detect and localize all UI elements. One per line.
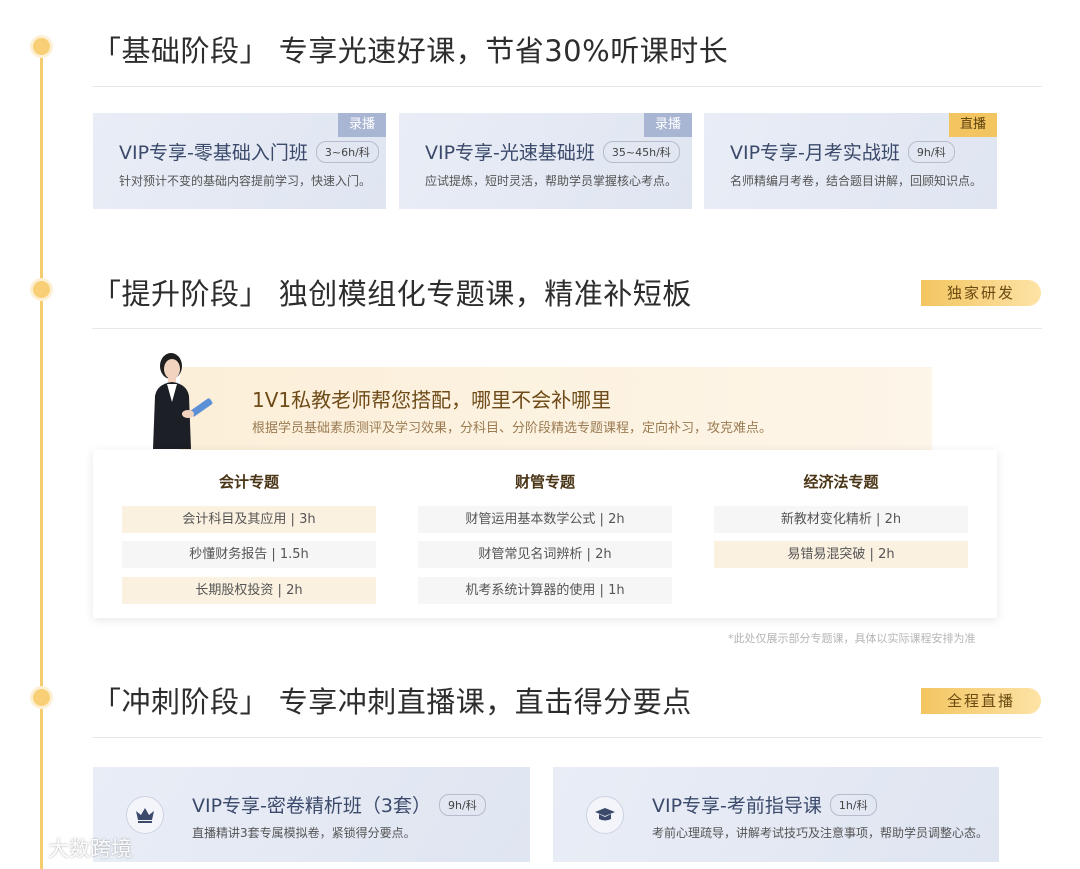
- topic-column-title: 会计专题: [218, 473, 279, 491]
- tutor-banner: 1V1私教老师帮您搭配，哪里不会补哪里 根据学员基础素质测评及学习效果，分科目、…: [180, 367, 932, 451]
- course-title: VIP专享-光速基础班 35~45h/科: [425, 138, 680, 165]
- course-desc: 应试提炼，短时灵活，帮助学员掌握核心考点。: [425, 174, 678, 188]
- hours-badge: 9h/科: [439, 794, 486, 816]
- topic-item[interactable]: 易错易混突破 | 2h: [714, 541, 968, 568]
- graduation-cap-icon: [586, 796, 624, 834]
- section-title-highlight: 节省30%听课时长: [485, 28, 729, 70]
- course-desc: 考前心理疏导，讲解考试技巧及注意事项，帮助学员调整心态。: [652, 826, 989, 840]
- section-title-text: 课，直击得分要点: [455, 685, 692, 719]
- watermark: 大数跨境: [10, 833, 132, 863]
- divider: [92, 737, 1042, 738]
- course-card-fast-basic[interactable]: 录播 VIP专享-光速基础班 35~45h/科 应试提炼，短时灵活，帮助学员掌握核…: [399, 113, 692, 209]
- topic-panel: 会计专题 会计科目及其应用 | 3h 秒懂财务报告 | 1.5h 长期股权投资 …: [93, 450, 997, 618]
- section-title-highlight: 补短板: [603, 271, 692, 313]
- timeline-dot-improve: [33, 281, 50, 298]
- live-tag: 直播: [949, 113, 997, 137]
- section-title-improve: 「提升阶段」 独创模组化专题课，精准补短板: [92, 271, 692, 313]
- hours-badge: 3~6h/科: [315, 141, 379, 163]
- exclusive-badge: 独家研发: [921, 280, 1041, 306]
- timeline-line: [40, 38, 43, 869]
- course-desc: 针对预计不变的基础内容提前学习，快速入门。: [119, 174, 372, 188]
- divider: [92, 86, 1042, 87]
- topic-column-title: 经济法专题: [803, 473, 879, 491]
- section-title-sprint: 「冲刺阶段」 专享冲刺直播课，直击得分要点: [92, 679, 692, 721]
- topic-item[interactable]: 新教材变化精析 | 2h: [714, 506, 968, 533]
- topic-item[interactable]: 财管常见名词辨析 | 2h: [418, 541, 672, 568]
- course-card-zero-basic[interactable]: 录播 VIP专享-零基础入门班 3~6h/科 针对预计不变的基础内容提前学习，快速…: [93, 113, 386, 209]
- recorded-tag: 录播: [644, 113, 692, 137]
- recorded-tag: 录播: [338, 113, 386, 137]
- course-card-pre-exam[interactable]: VIP专享-考前指导课 1h/科 考前心理疏导，讲解考试技巧及注意事项，帮助学员调…: [553, 767, 999, 862]
- section-title-text: 「冲刺阶段」 专享: [92, 685, 338, 719]
- topic-item[interactable]: 财管运用基本数学公式 | 2h: [418, 506, 672, 533]
- course-title: VIP专享-月考实战班 9h/科: [730, 138, 955, 165]
- section-title-text: 「基础阶段」 专享光速好课，: [92, 34, 486, 68]
- teacher-illustration: [153, 353, 213, 449]
- banner-headline: 1V1私教老师帮您搭配，哪里不会补哪里: [252, 388, 612, 412]
- live-badge: 全程直播: [921, 688, 1041, 714]
- course-title: VIP专享-零基础入门班 3~6h/科: [119, 138, 379, 165]
- section-title-basic: 「基础阶段」 专享光速好课，节省30%听课时长: [92, 28, 729, 70]
- watermark-text: 大数跨境: [48, 837, 132, 861]
- topic-item[interactable]: 机考系统计算器的使用 | 1h: [418, 577, 672, 604]
- course-title: VIP专享-考前指导课 1h/科: [652, 791, 877, 818]
- section-title-highlight: 冲刺直播: [337, 679, 456, 721]
- topic-column-title: 财管专题: [514, 473, 575, 491]
- course-card-secret-paper[interactable]: VIP专享-密卷精析班（3套） 9h/科 直播精讲3套专属模拟卷，紧锁得分要点。: [93, 767, 530, 862]
- topic-item[interactable]: 长期股权投资 | 2h: [122, 577, 376, 604]
- hours-badge: 9h/科: [907, 141, 955, 163]
- course-desc: 名师精编月考卷，结合题目讲解，回顾知识点。: [730, 174, 983, 188]
- timeline-dot-sprint: [33, 689, 50, 706]
- disclaimer-note: *此处仅展示部分专题课，具体以实际课程安排为准: [728, 632, 976, 645]
- crown-icon: [126, 796, 164, 834]
- topic-item[interactable]: 会计科目及其应用 | 3h: [122, 506, 376, 533]
- hours-badge: 1h/科: [829, 794, 877, 816]
- timeline-dot-basic: [33, 38, 50, 55]
- banner-subtext: 根据学员基础素质测评及学习效果，分科目、分阶段精选专题课程，定向补习，攻克难点。: [252, 421, 773, 436]
- course-desc: 直播精讲3套专属模拟卷，紧锁得分要点。: [192, 826, 416, 840]
- watermark-logo-icon: [10, 837, 40, 857]
- course-card-monthly-exam[interactable]: 直播 VIP专享-月考实战班 9h/科 名师精编月考卷，结合题目讲解，回顾知识点。: [704, 113, 997, 209]
- section-title-text: 「提升阶段」 独创模组化专题课，精准: [92, 277, 604, 311]
- hours-badge: 35~45h/科: [602, 141, 680, 163]
- divider: [92, 328, 1042, 329]
- topic-item[interactable]: 秒懂财务报告 | 1.5h: [122, 541, 376, 568]
- course-title: VIP专享-密卷精析班（3套） 9h/科: [192, 791, 486, 818]
